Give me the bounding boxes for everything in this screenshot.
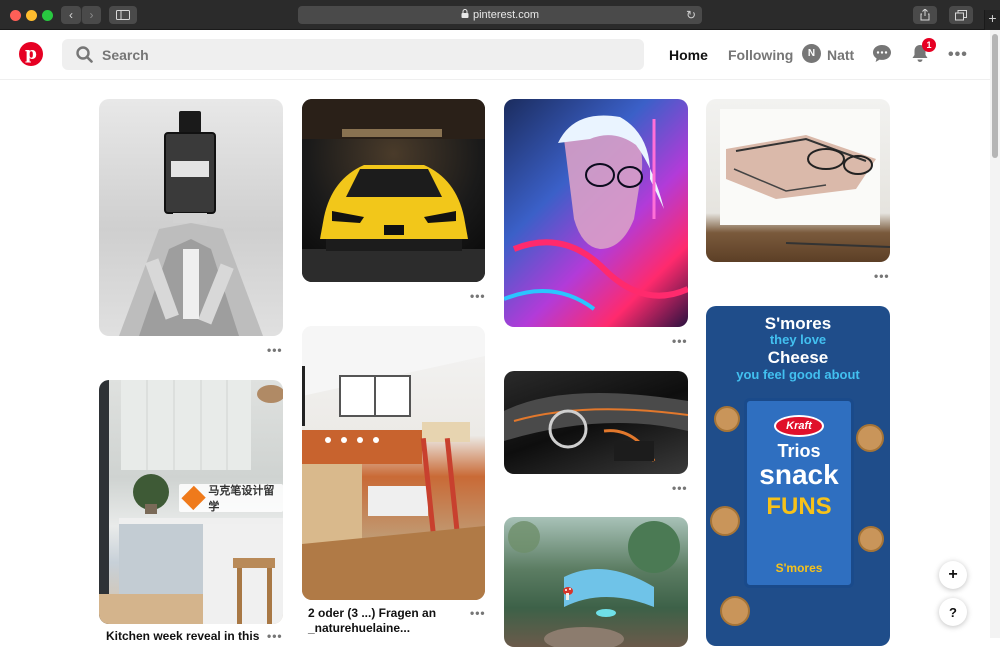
watermark: 马克笔设计留学 [179, 484, 283, 513]
ad-headline-4: you feel good about [736, 367, 860, 382]
sidebar-toggle-button[interactable] [109, 6, 137, 24]
pin-garden[interactable] [504, 517, 688, 647]
pin-more-options[interactable]: ••• [672, 334, 688, 348]
car-illustration [302, 99, 485, 282]
cookie-image [710, 506, 740, 536]
search-input[interactable] [102, 46, 602, 63]
reload-icon[interactable]: ↻ [686, 8, 696, 22]
tabs-icon [955, 9, 967, 20]
pin-title-loft[interactable]: 2 oder (3 ...) Fragen an _naturehuelaine… [308, 606, 468, 636]
ad-headline-2: they love [769, 332, 827, 347]
page-scrollbar[interactable] [990, 30, 1000, 638]
product-name-mid: snack [759, 459, 839, 490]
perfume-illustration [119, 111, 263, 336]
back-button[interactable]: ‹ [61, 6, 81, 24]
question-icon: ? [949, 604, 957, 620]
chevron-right-icon: › [89, 8, 94, 22]
minimize-window-button[interactable] [26, 10, 37, 21]
create-pin-button[interactable]: + [939, 561, 967, 589]
pin-more-options[interactable]: ••• [470, 606, 486, 620]
site-header: p Home Following N Natt 1 ••• [0, 30, 990, 80]
ad-headline-1: S'mores [764, 314, 832, 333]
messages-icon[interactable] [872, 44, 892, 68]
snack-bag: Kraft Trios snack FUNS S'mores [744, 398, 854, 588]
pin-lamborghini[interactable] [302, 99, 485, 282]
pin-more-options[interactable]: ••• [672, 481, 688, 495]
car-interior-illustration [504, 393, 688, 462]
user-name[interactable]: Natt [827, 47, 854, 63]
search-icon [62, 46, 102, 63]
cookie-image [856, 424, 884, 452]
plus-icon: + [948, 566, 958, 583]
share-icon [920, 9, 930, 21]
product-flavor: S'mores [775, 561, 823, 575]
forward-button[interactable]: › [81, 6, 101, 24]
tab-overview-button[interactable] [949, 6, 973, 24]
pin-more-options[interactable]: ••• [267, 629, 283, 643]
ad-headline-3: Cheese [767, 348, 829, 367]
browser-toolbar: ‹ › pinterest.com ↻ + [0, 0, 1000, 30]
cookie-image [720, 596, 750, 626]
sketch-illustration [720, 109, 890, 248]
help-button[interactable]: ? [939, 598, 967, 626]
pin-sketch[interactable] [706, 99, 890, 262]
loft-illustration [302, 326, 485, 600]
share-button[interactable] [913, 6, 937, 24]
neon-portrait-illustration [504, 115, 688, 311]
pin-car-interior[interactable] [504, 371, 688, 474]
notification-count-badge: 1 [922, 38, 936, 52]
garden-illustration [508, 521, 680, 647]
kraft-logo: Kraft [774, 415, 824, 437]
chevron-left-icon: ‹ [69, 8, 73, 22]
pinterest-logo[interactable]: p [19, 42, 43, 66]
more-options-icon[interactable]: ••• [948, 46, 968, 64]
pin-more-options[interactable]: ••• [874, 269, 890, 283]
pin-more-options[interactable]: ••• [470, 289, 486, 303]
address-url: pinterest.com [472, 9, 540, 21]
watermark-logo-icon [181, 485, 206, 511]
nav-following[interactable]: Following [728, 47, 793, 63]
nav-home[interactable]: Home [669, 47, 708, 63]
cookie-image [858, 526, 884, 552]
product-name-bottom: FUNS [766, 493, 832, 520]
scrollbar-thumb[interactable] [992, 34, 998, 158]
avatar[interactable]: N [802, 44, 821, 63]
pin-loft[interactable] [302, 326, 485, 600]
cookie-image [714, 406, 740, 432]
zoom-window-button[interactable] [42, 10, 53, 21]
sidebar-icon [116, 10, 130, 20]
pin-smores-ad[interactable]: S'mores they love Cheese you feel good a… [706, 306, 890, 646]
address-bar[interactable]: pinterest.com ↻ [298, 6, 702, 24]
close-window-button[interactable] [10, 10, 21, 21]
watermark-text: 马克笔设计留学 [208, 485, 275, 513]
pin-title-kitchen[interactable]: Kitchen week reveal in this [106, 629, 276, 644]
pin-neon-portrait[interactable] [504, 99, 688, 327]
new-tab-button[interactable]: + [984, 10, 1000, 30]
pin-kitchen[interactable]: 马克笔设计留学 [99, 380, 283, 624]
pin-perfume[interactable] [99, 99, 283, 336]
lock-icon [461, 9, 469, 21]
pin-more-options[interactable]: ••• [267, 343, 283, 357]
search-bar[interactable] [62, 39, 644, 70]
